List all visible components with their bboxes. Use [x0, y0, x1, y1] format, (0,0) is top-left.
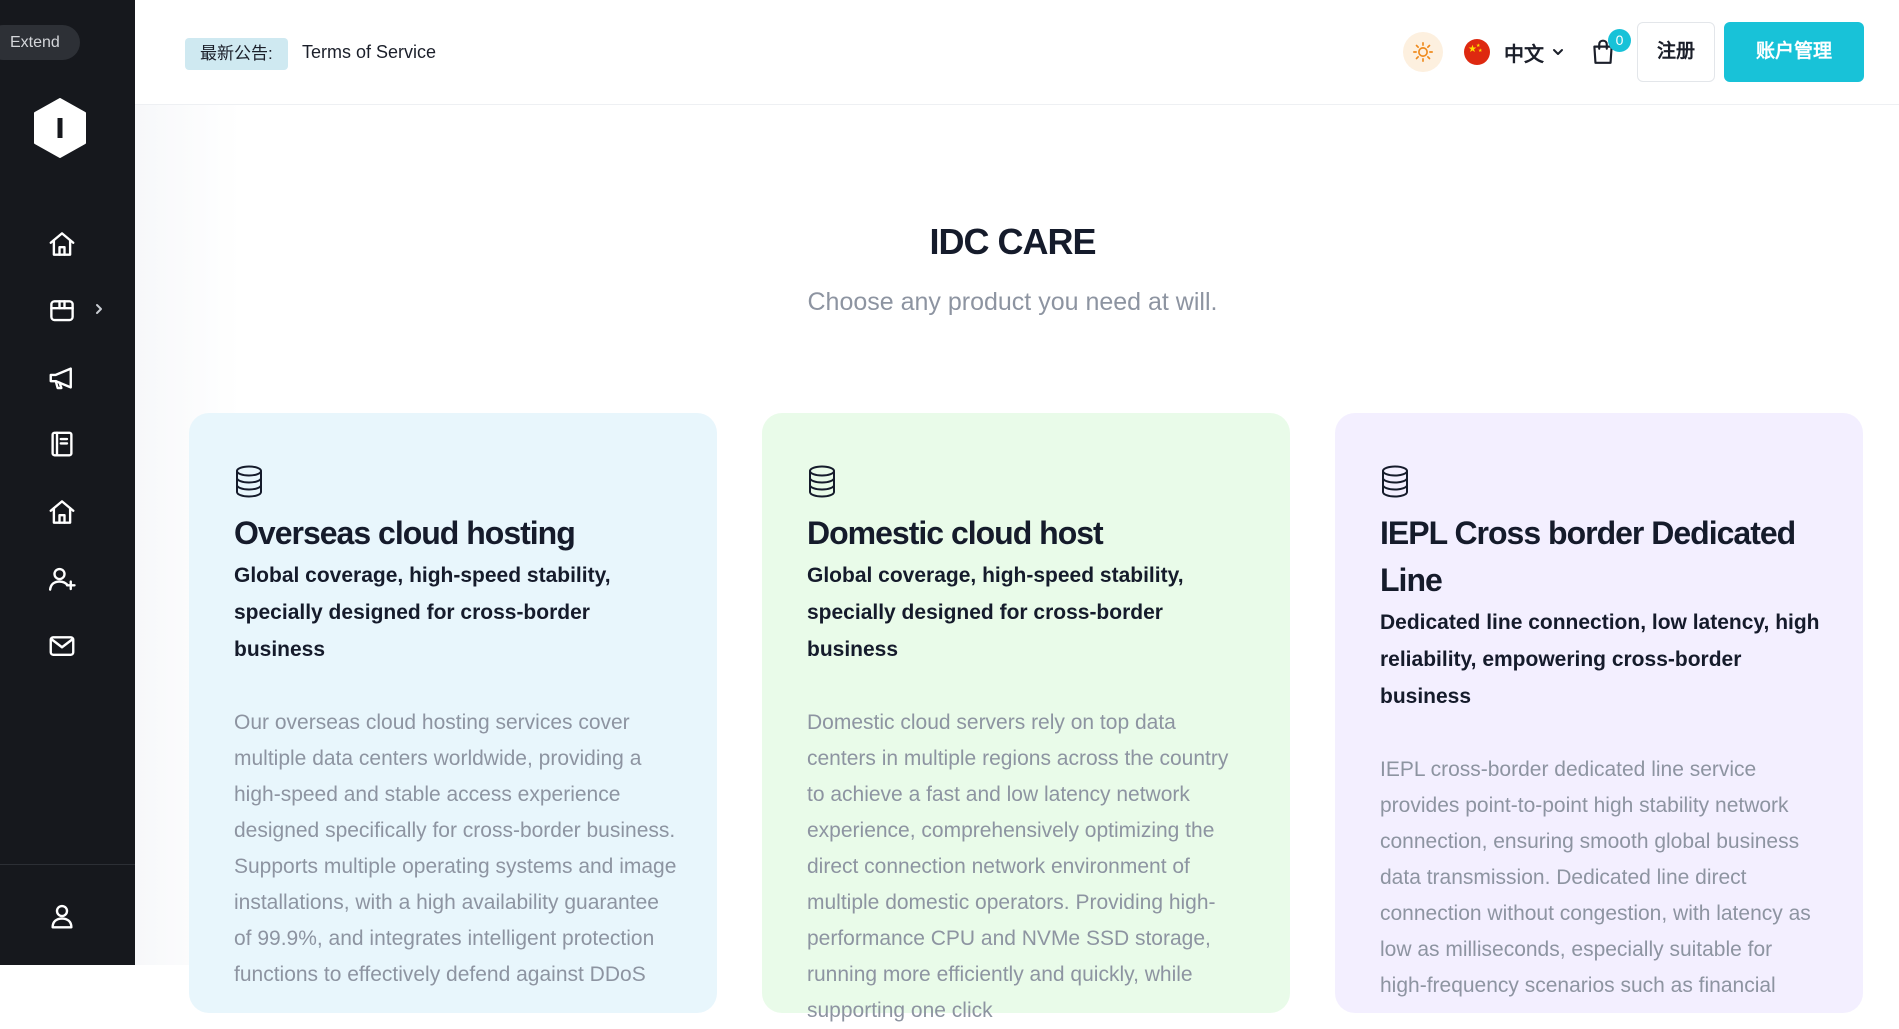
sidebar-item-user-profile[interactable]	[44, 898, 80, 934]
chevron-right-icon[interactable]	[92, 302, 106, 316]
sidebar-divider	[0, 864, 135, 865]
cart-count-badge: 0	[1608, 29, 1631, 52]
sidebar: Extend	[0, 0, 135, 965]
home-icon	[49, 232, 75, 256]
sidebar-item-home[interactable]	[44, 226, 80, 262]
sidebar-item-add-user[interactable]	[44, 561, 80, 597]
page-subtitle: Choose any product you need at will.	[807, 288, 1218, 316]
chevron-down-icon	[1553, 49, 1563, 55]
database-icon	[807, 465, 837, 498]
card-description: IEPL cross-border dedicated line service…	[1380, 758, 1811, 997]
sidebar-item-products[interactable]	[44, 292, 80, 328]
home-icon	[49, 500, 75, 524]
card-title: Overseas cloud hosting	[234, 515, 576, 551]
card-subtitle: Global coverage, high-speed stability, s…	[807, 564, 1184, 661]
card-title: Domestic cloud host	[807, 515, 1104, 551]
card-title: IEPL Cross border Dedicated Line	[1380, 515, 1796, 598]
sidebar-item-docs[interactable]	[44, 426, 80, 462]
announcement-link[interactable]: Terms of Service	[302, 40, 436, 64]
mail-icon	[49, 636, 75, 656]
account-management-button[interactable]: 账户管理	[1724, 22, 1864, 82]
product-card-domestic[interactable]: Domestic cloud host Global coverage, hig…	[762, 413, 1290, 1022]
top-bar: 最新公告: Terms of Service ★ ★ ★ 中文 0 注册 账户管…	[135, 0, 1899, 105]
cart-button[interactable]: 0	[1587, 29, 1631, 70]
megaphone-icon	[49, 367, 72, 390]
sidebar-item-messages[interactable]	[44, 628, 80, 664]
theme-toggle-button[interactable]	[1403, 32, 1443, 72]
sidebar-item-home-2[interactable]	[44, 494, 80, 530]
product-card-iepl[interactable]: IEPL Cross border Dedicated Line Dedicat…	[1335, 413, 1863, 1013]
card-description: Our overseas cloud hosting services cove…	[234, 711, 677, 986]
page-title: IDC CARE	[929, 221, 1096, 262]
main-content: IDC CARE Choose any product you need at …	[135, 105, 1899, 1022]
book-icon	[51, 431, 73, 457]
china-flag-icon: ★ ★ ★	[1464, 39, 1490, 65]
database-icon	[234, 465, 264, 498]
extend-button[interactable]: Extend	[0, 25, 80, 60]
box-icon	[50, 300, 74, 322]
sun-icon	[1413, 42, 1433, 62]
brand-logo[interactable]	[32, 98, 88, 158]
card-subtitle: Global coverage, high-speed stability, s…	[234, 564, 611, 661]
user-icon	[51, 904, 73, 929]
card-description: Domestic cloud servers rely on top data …	[807, 711, 1229, 1022]
register-button[interactable]: 注册	[1637, 22, 1715, 82]
database-icon	[1380, 465, 1410, 498]
sidebar-item-announcements[interactable]	[44, 360, 80, 396]
user-plus-icon	[48, 567, 76, 591]
announcement-badge: 最新公告:	[185, 38, 288, 70]
product-card-overseas[interactable]: Overseas cloud hosting Global coverage, …	[189, 413, 717, 1013]
card-subtitle: Dedicated line connection, low latency, …	[1380, 611, 1820, 708]
language-selector[interactable]: 中文	[1504, 38, 1565, 66]
language-label: 中文	[1504, 43, 1544, 66]
